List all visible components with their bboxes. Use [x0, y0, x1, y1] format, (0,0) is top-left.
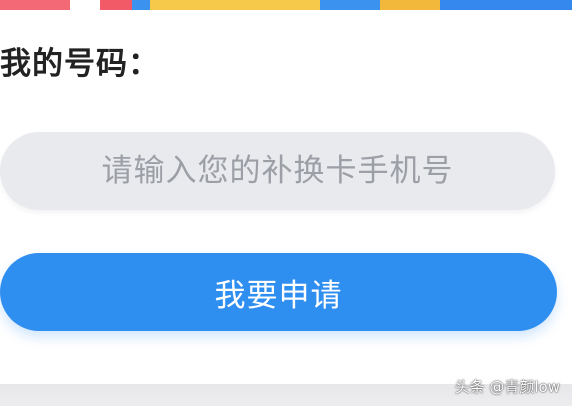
- phone-number-input[interactable]: [0, 132, 555, 210]
- phone-number-label: 我的号码：: [0, 46, 160, 82]
- banner-stripe: [100, 0, 132, 10]
- banner-stripe: [0, 0, 70, 10]
- watermark-text: 头条 @青颜low: [454, 378, 560, 396]
- apply-button[interactable]: 我要申请: [0, 253, 557, 331]
- banner-stripe: [132, 0, 150, 10]
- top-banner-image: [0, 0, 572, 10]
- banner-stripe: [320, 0, 380, 10]
- banner-stripe: [150, 0, 320, 10]
- banner-stripe: [440, 0, 572, 10]
- banner-stripe: [380, 0, 440, 10]
- banner-stripe: [70, 0, 100, 10]
- page: 我的号码： 我要申请 头条 @青颜low: [0, 0, 572, 406]
